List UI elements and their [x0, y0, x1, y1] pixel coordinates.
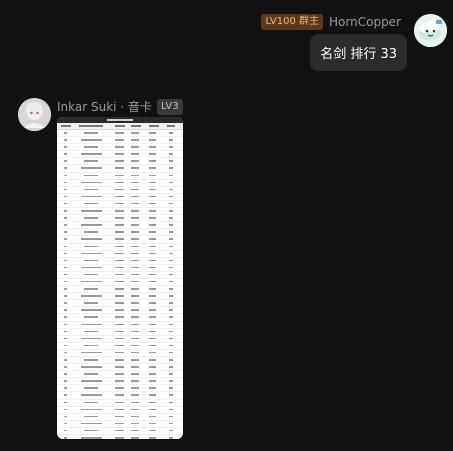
avatar[interactable] [18, 98, 51, 131]
table-row [57, 414, 183, 421]
character-avatar-icon [18, 98, 51, 131]
table-row [57, 258, 183, 265]
sender-name[interactable]: Inkar Suki · 音卡 [57, 98, 152, 115]
table-row [57, 215, 183, 223]
table-row [57, 357, 183, 365]
sheet-column-headers [57, 123, 183, 130]
table-row [57, 151, 183, 159]
table-row [57, 350, 183, 357]
table-row [57, 201, 183, 209]
table-row [57, 343, 183, 350]
table-row [57, 300, 183, 308]
table-row [57, 144, 183, 152]
table-row [57, 307, 183, 315]
table-row [57, 428, 183, 436]
level-badge: LV3 [156, 98, 183, 115]
table-row [57, 208, 183, 216]
table-row [57, 435, 183, 439]
table-row [57, 165, 183, 173]
owner-badge: LV100 群主 [261, 14, 324, 30]
sender-name[interactable]: HornCopper [329, 15, 401, 29]
table-row [57, 421, 183, 428]
table-row [57, 222, 183, 230]
table-row [57, 194, 183, 201]
table-row [57, 378, 183, 386]
table-row [57, 130, 183, 138]
table-row [57, 236, 183, 244]
sheet-rows [57, 130, 183, 439]
table-row [57, 229, 183, 237]
table-row [57, 187, 183, 194]
table-row [57, 407, 183, 414]
table-row [57, 251, 183, 258]
table-row [57, 265, 183, 272]
table-row [57, 364, 183, 372]
outgoing-meta: LV100 群主 HornCopper [261, 14, 401, 30]
table-row [57, 314, 183, 322]
table-row [57, 293, 183, 301]
table-row [57, 244, 183, 251]
table-row [57, 272, 183, 279]
table-row [57, 286, 183, 294]
incoming-meta: Inkar Suki · 音卡 LV3 [57, 98, 183, 115]
table-row [57, 392, 183, 400]
cloud-avatar-icon [414, 14, 447, 47]
table-row [57, 158, 183, 166]
table-row [57, 336, 183, 343]
table-row [57, 329, 183, 336]
message-bubble[interactable]: 名剑 排行 33 [310, 34, 407, 71]
table-row [57, 137, 183, 145]
outgoing-message: LV100 群主 HornCopper 名剑 排行 33 [0, 12, 453, 82]
table-row [57, 173, 183, 180]
table-row [57, 322, 183, 329]
table-row [57, 400, 183, 407]
table-row [57, 180, 183, 187]
avatar[interactable] [414, 14, 447, 47]
table-row [57, 279, 183, 287]
ranking-image-attachment[interactable] [57, 117, 183, 439]
table-row [57, 385, 183, 393]
table-row [57, 371, 183, 379]
